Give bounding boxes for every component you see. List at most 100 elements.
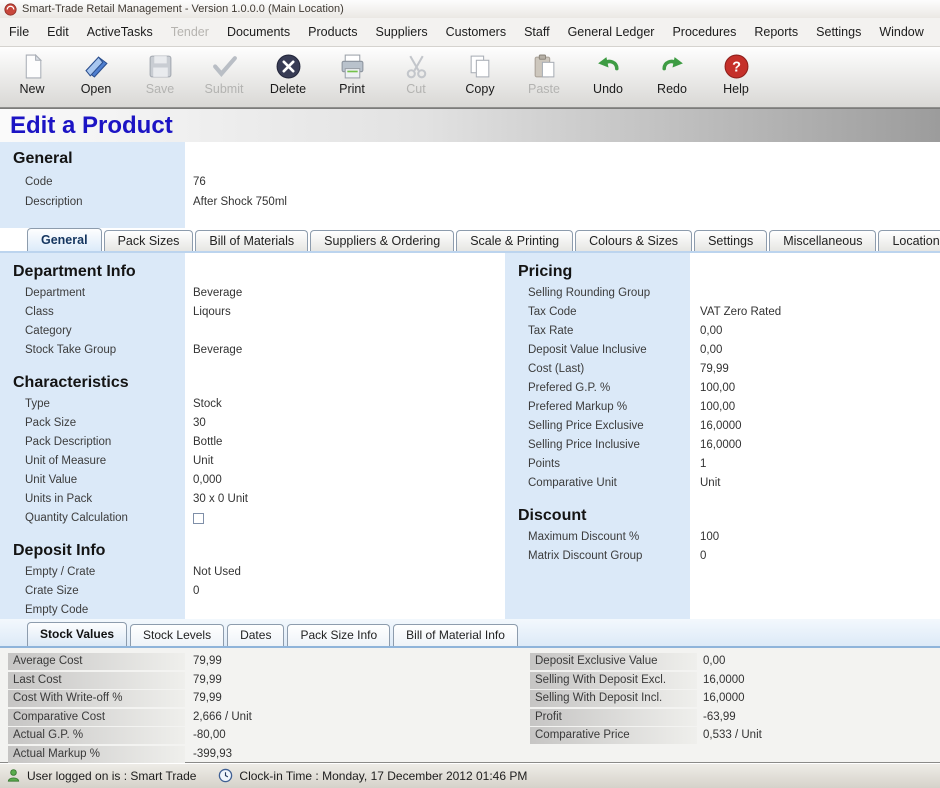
menu-item-edit[interactable]: Edit	[38, 18, 78, 46]
save-icon	[147, 53, 174, 80]
field-label: Stock Take Group	[25, 344, 116, 356]
field-value[interactable]: 1	[700, 458, 706, 470]
window-title: Smart-Trade Retail Management - Version …	[22, 3, 344, 15]
menu-item-activetasks[interactable]: ActiveTasks	[78, 18, 162, 46]
quantity-calculation-checkbox[interactable]	[193, 513, 204, 524]
stock-label: Profit	[530, 709, 697, 726]
field-row-matrix-discount-group: Matrix Discount Group 0	[505, 548, 940, 567]
menu-item-reports[interactable]: Reports	[745, 18, 807, 46]
field-label: Selling Price Inclusive	[528, 439, 640, 451]
menu-item-procedures[interactable]: Procedures	[663, 18, 745, 46]
menu-item-documents[interactable]: Documents	[218, 18, 299, 46]
field-value[interactable]: 0,00	[700, 325, 722, 337]
menu-item-help[interactable]: Help	[933, 18, 940, 46]
main-tab-strip: GeneralPack SizesBill of MaterialsSuppli…	[0, 228, 940, 253]
field-label: Prefered G.P. %	[528, 382, 610, 394]
field-value[interactable]: 0,00	[700, 344, 722, 356]
field-value[interactable]: 0,000	[193, 474, 222, 486]
stock-label: Comparative Cost	[8, 709, 185, 726]
stock-value: 79,99	[193, 672, 222, 689]
redo-arrow-icon	[659, 53, 686, 80]
clock-icon	[218, 768, 233, 783]
delete-button[interactable]: Delete	[256, 47, 320, 107]
page-header: Edit a Product	[0, 108, 940, 142]
toolbar-button-label: Cut	[406, 82, 425, 96]
field-value[interactable]: After Shock 750ml	[193, 196, 287, 208]
field-label: Cost (Last)	[528, 363, 584, 375]
toolbar-button-label: Undo	[593, 82, 623, 96]
field-value[interactable]: 30 x 0 Unit	[193, 493, 248, 505]
field-label: Units in Pack	[25, 493, 92, 505]
help-button[interactable]: ?Help	[704, 47, 768, 107]
field-value[interactable]: Beverage	[193, 344, 242, 356]
tab-bill-of-materials[interactable]: Bill of Materials	[195, 230, 308, 251]
general-tab-content: Department InfoDepartmentBeverageClassLi…	[0, 253, 940, 619]
menu-item-file[interactable]: File	[0, 18, 38, 46]
tab-general[interactable]: General	[27, 228, 102, 251]
field-value[interactable]: 0	[700, 550, 706, 562]
field-value[interactable]: 30	[193, 417, 206, 429]
field-value[interactable]: Liqours	[193, 306, 231, 318]
field-label: Prefered Markup %	[528, 401, 627, 413]
delete-icon	[275, 53, 302, 80]
field-value[interactable]: 0	[193, 585, 199, 597]
field-value[interactable]: 76	[193, 176, 206, 188]
toolbar-button-label: Submit	[205, 82, 244, 96]
field-value[interactable]: Bottle	[193, 436, 222, 448]
field-row-pack-description: Pack Description Bottle	[0, 434, 505, 453]
tab-scale-printing[interactable]: Scale & Printing	[456, 230, 573, 251]
field-value[interactable]: Unit	[193, 455, 213, 467]
stock-row-comparative-price: Comparative Price0,533 / Unit	[530, 727, 940, 746]
tab-locations[interactable]: Locations	[878, 230, 940, 251]
menu-item-window[interactable]: Window	[870, 18, 932, 46]
field-row-stock-take-group: Stock Take Group Beverage	[0, 342, 505, 361]
redo-button[interactable]: Redo	[640, 47, 704, 107]
save-button: Save	[128, 47, 192, 107]
field-value[interactable]: VAT Zero Rated	[700, 306, 781, 318]
new-button[interactable]: New	[0, 47, 64, 107]
field-label: Pack Description	[25, 436, 111, 448]
field-label: Type	[25, 398, 50, 410]
field-label: Quantity Calculation	[25, 512, 128, 524]
menu-item-staff[interactable]: Staff	[515, 18, 558, 46]
stock-value: 16,0000	[703, 690, 745, 707]
field-value[interactable]: Unit	[700, 477, 720, 489]
copy-button[interactable]: Copy	[448, 47, 512, 107]
paste-button: Paste	[512, 47, 576, 107]
stock-label: Deposit Exclusive Value	[530, 653, 697, 670]
tab-pack-sizes[interactable]: Pack Sizes	[104, 230, 194, 251]
menu-item-products[interactable]: Products	[299, 18, 366, 46]
field-row-class: ClassLiqours	[0, 304, 505, 323]
stock-value: -399,93	[193, 746, 232, 763]
menu-item-general-ledger[interactable]: General Ledger	[559, 18, 664, 46]
menu-item-settings[interactable]: Settings	[807, 18, 870, 46]
field-value[interactable]: 100,00	[700, 382, 735, 394]
print-button[interactable]: Print	[320, 47, 384, 107]
field-value[interactable]: 16,0000	[700, 439, 742, 451]
field-value[interactable]: Not Used	[193, 566, 241, 578]
tab-colours-sizes[interactable]: Colours & Sizes	[575, 230, 692, 251]
field-label: Deposit Value Inclusive	[528, 344, 647, 356]
menu-item-customers[interactable]: Customers	[437, 18, 515, 46]
field-label: Crate Size	[25, 585, 79, 597]
menu-item-suppliers[interactable]: Suppliers	[367, 18, 437, 46]
title-bar: Smart-Trade Retail Management - Version …	[0, 0, 940, 18]
section-deposit-info: Deposit InfoEmpty / CrateNot UsedCrate S…	[0, 542, 505, 621]
field-label: Matrix Discount Group	[528, 550, 642, 562]
field-row-crate-size: Crate Size 0	[0, 583, 505, 602]
tab-miscellaneous[interactable]: Miscellaneous	[769, 230, 876, 251]
undo-button[interactable]: Undo	[576, 47, 640, 107]
field-row-pack-size: Pack Size30	[0, 415, 505, 434]
tab-suppliers-ordering[interactable]: Suppliers & Ordering	[310, 230, 454, 251]
field-value[interactable]: 100	[700, 531, 719, 543]
field-label: Unit of Measure	[25, 455, 106, 467]
section-heading-discount: Discount	[505, 507, 940, 529]
field-value[interactable]: 79,99	[700, 363, 729, 375]
field-value[interactable]: 100,00	[700, 401, 735, 413]
open-button[interactable]: Open	[64, 47, 128, 107]
field-value[interactable]: Beverage	[193, 287, 242, 299]
tab-settings[interactable]: Settings	[694, 230, 767, 251]
field-value[interactable]: Stock	[193, 398, 222, 410]
stock-value: 2,666 / Unit	[193, 709, 252, 726]
field-value[interactable]: 16,0000	[700, 420, 742, 432]
